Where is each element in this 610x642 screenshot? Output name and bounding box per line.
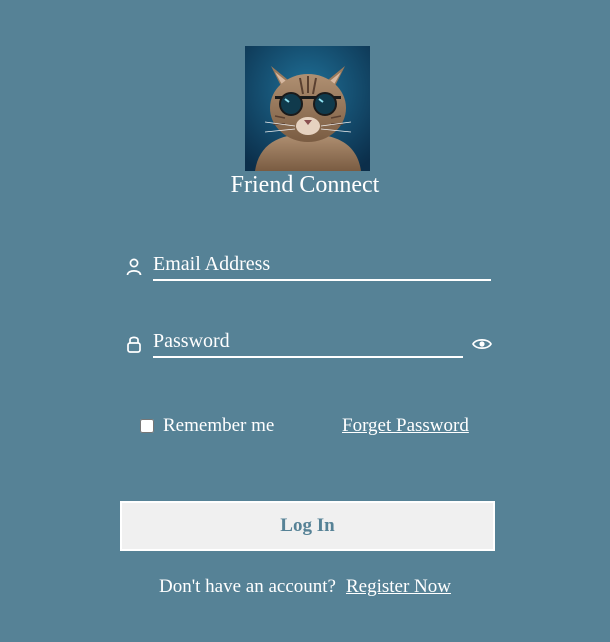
password-field-group bbox=[120, 326, 492, 367]
email-input[interactable] bbox=[153, 249, 491, 281]
lock-icon bbox=[127, 336, 141, 353]
eye-icon[interactable] bbox=[472, 337, 492, 351]
register-prompt-text: Don't have an account? bbox=[159, 576, 336, 597]
register-now-link[interactable]: Register Now bbox=[346, 576, 451, 597]
app-title: Friend Connect bbox=[230, 172, 380, 198]
remember-me[interactable]: Remember me bbox=[140, 415, 274, 437]
email-field-group bbox=[120, 249, 492, 290]
app-logo bbox=[245, 46, 370, 171]
password-input[interactable] bbox=[153, 326, 463, 358]
user-icon bbox=[126, 258, 142, 276]
login-button[interactable]: Log In bbox=[120, 501, 495, 551]
cat-with-sunglasses-image bbox=[245, 46, 370, 171]
remember-me-checkbox[interactable] bbox=[140, 419, 154, 433]
register-prompt-line: Don't have an account? Register Now bbox=[0, 576, 610, 598]
remember-me-label: Remember me bbox=[163, 415, 275, 436]
forget-password-link[interactable]: Forget Password bbox=[342, 415, 469, 437]
